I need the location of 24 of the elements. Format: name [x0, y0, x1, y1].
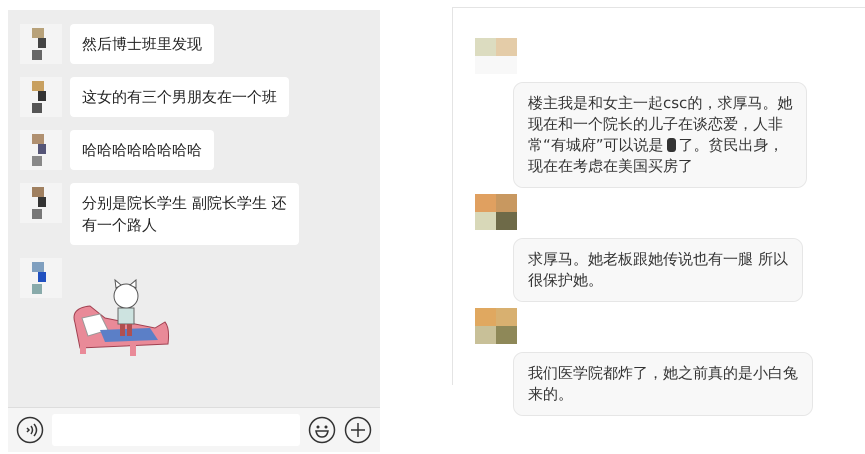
message-text: 这女的有三个男朋友在一个班 — [82, 87, 277, 108]
message-text: 常“有城府”可以说是 — [528, 136, 664, 154]
avatar-icon — [20, 258, 62, 298]
avatar-icon — [475, 38, 517, 74]
message-text: 来的。 — [528, 385, 573, 403]
avatar-icon — [20, 24, 62, 64]
message-text: 了。贫民出身， — [678, 136, 784, 154]
message-text: 有一个路人 — [82, 215, 158, 236]
message-text: 现在在考虑在美国买房了 — [528, 157, 693, 175]
add-icon[interactable] — [344, 416, 372, 444]
message-text: 我们医学院都炸了，她之前真的是小白兔 — [528, 364, 798, 382]
message-text: 哈哈哈哈哈哈哈哈 — [82, 140, 202, 161]
avatar-icon — [20, 130, 62, 170]
avatar-icon — [475, 308, 517, 344]
avatar-icon — [475, 194, 517, 230]
message-text: 很保护她。 — [528, 271, 603, 289]
avatar-icon — [20, 77, 62, 117]
message-text: 楼主我是和女主一起csc的，求厚马。她 — [528, 94, 792, 112]
message-text: 然后博士班里发现 — [82, 34, 202, 55]
message-text: 求厚马。她老板跟她传说也有一腿 所以 — [528, 250, 788, 268]
message-text: 现在和一个院长的儿子在谈恋爱，人非 — [528, 115, 783, 133]
message-text: 分别是院长学生 副院长学生 还 — [82, 193, 287, 214]
voice-icon[interactable] — [16, 416, 44, 444]
avatar-icon — [20, 183, 62, 223]
